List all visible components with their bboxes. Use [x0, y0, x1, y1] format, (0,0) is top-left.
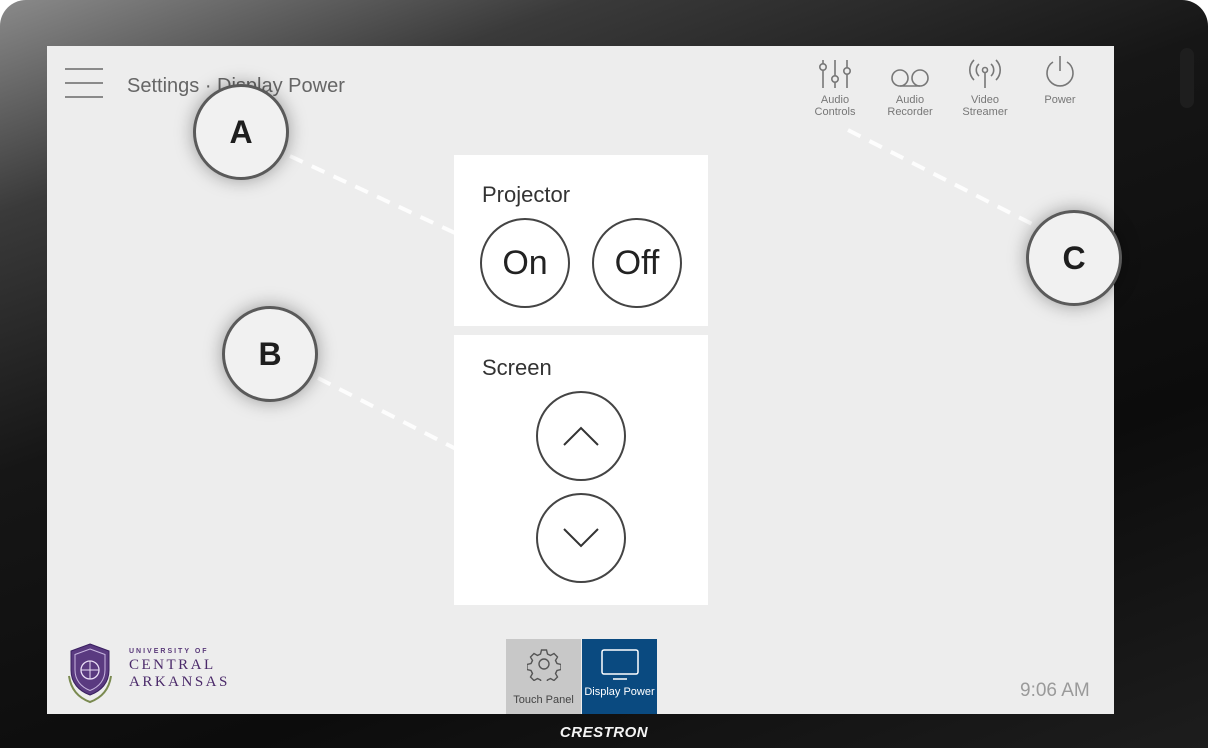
callout-leader-lines [289, 128, 1035, 488]
callout-c: C [1026, 210, 1122, 306]
device-bezel: CRESTRON Settings · Display Power Audio … [0, 0, 1208, 748]
callout-a: A [193, 84, 289, 180]
callout-b: B [222, 306, 318, 402]
